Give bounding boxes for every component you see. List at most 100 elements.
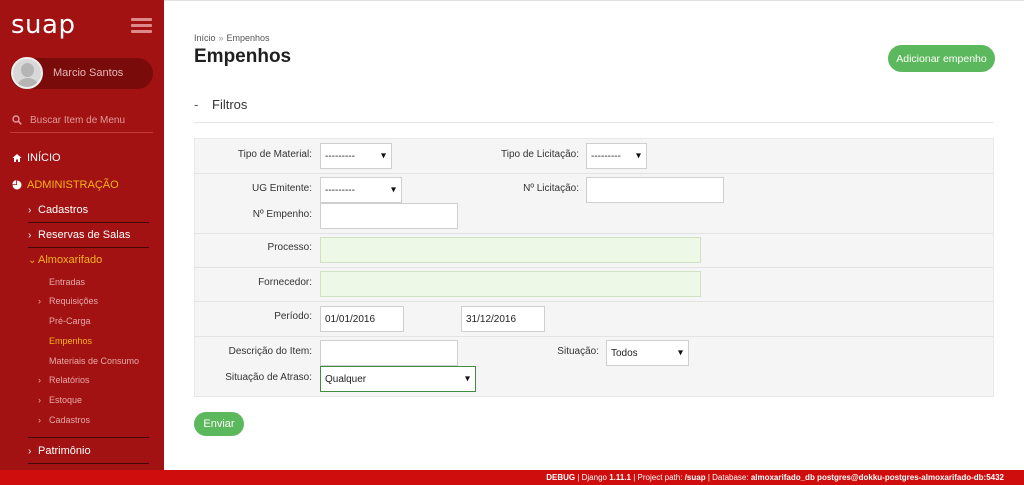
footer-db-prefix: | Database: bbox=[705, 473, 751, 482]
nav-inicio-label: INÍCIO bbox=[27, 152, 61, 164]
nav-reservas-label: Reservas de Salas bbox=[38, 229, 131, 241]
nav-cadastros-label: Cadastros bbox=[38, 204, 89, 216]
nav-almoxarifado-label: Almoxarifado bbox=[38, 254, 103, 266]
user-name: Marcio Santos bbox=[53, 67, 124, 79]
avatar bbox=[11, 57, 43, 89]
sub-item-cadastros-label: Cadastros bbox=[49, 415, 91, 425]
menu-search-placeholder: Buscar Item de Menu bbox=[30, 115, 126, 126]
num-empenho-label: Nº Empenho: bbox=[252, 209, 312, 220]
sub-item-relatorios-label: Relatórios bbox=[49, 375, 90, 385]
filters-title: Filtros bbox=[212, 97, 248, 112]
chevron-right-icon: › bbox=[28, 204, 32, 216]
sidebar: suap Marcio Santos Buscar Item de Menu I… bbox=[0, 0, 164, 470]
chevron-right-icon: › bbox=[28, 445, 32, 457]
ug-emitente-label: UG Emitente: bbox=[251, 183, 312, 194]
chevron-right-icon: › bbox=[38, 395, 41, 405]
tipo-material-label: Tipo de Material: bbox=[237, 149, 312, 160]
enviar-button[interactable]: Enviar bbox=[194, 412, 244, 436]
footer-path-prefix: | Project path: bbox=[631, 473, 685, 482]
row-separator bbox=[195, 336, 993, 337]
descricao-item-label: Descrição do Item: bbox=[228, 346, 312, 357]
app-logo[interactable]: suap bbox=[11, 10, 75, 40]
divider bbox=[28, 463, 149, 464]
num-licitacao-label: Nº Licitação: bbox=[523, 183, 579, 194]
sub-item-pre-carga[interactable]: Pré-Carga bbox=[49, 316, 91, 326]
num-licitacao-input[interactable] bbox=[586, 177, 724, 203]
tipo-licitacao-select[interactable]: --------- bbox=[586, 143, 647, 169]
ug-emitente-select[interactable]: --------- bbox=[320, 177, 402, 203]
divider bbox=[28, 222, 149, 223]
breadcrumb-separator: » bbox=[218, 33, 224, 43]
tipo-material-value: --------- bbox=[325, 150, 355, 162]
sub-item-empenhos[interactable]: Empenhos bbox=[49, 336, 92, 346]
situacao-select[interactable]: Todos bbox=[606, 340, 689, 366]
fornecedor-input[interactable] bbox=[320, 271, 701, 297]
fornecedor-label: Fornecedor: bbox=[258, 277, 312, 288]
debug-footer: DEBUG | Django 1.11.1 | Project path: /s… bbox=[0, 470, 1024, 485]
row-separator bbox=[195, 233, 993, 234]
hamburger-menu-icon[interactable] bbox=[131, 18, 152, 34]
sub-item-entradas[interactable]: Entradas bbox=[49, 277, 85, 287]
main-content: Início» Empenhos Empenhos Adicionar empen… bbox=[164, 0, 1024, 470]
breadcrumb: Início» Empenhos bbox=[194, 33, 270, 43]
situacao-atraso-select[interactable]: Qualquer bbox=[320, 366, 476, 392]
menu-search-input[interactable]: Buscar Item de Menu bbox=[10, 111, 153, 133]
sub-item-requisicoes-label: Requisições bbox=[49, 296, 99, 306]
nav-inicio[interactable]: INÍCIO bbox=[12, 152, 61, 164]
sub-item-materiais-de-consumo[interactable]: Materiais de Consumo bbox=[49, 356, 139, 366]
chevron-right-icon: › bbox=[28, 229, 32, 241]
chevron-right-icon: › bbox=[38, 415, 41, 425]
divider bbox=[28, 437, 149, 438]
chevron-down-icon: ⌄ bbox=[28, 254, 37, 266]
footer-debug: DEBUG bbox=[546, 473, 576, 482]
num-empenho-input[interactable] bbox=[320, 203, 458, 229]
situacao-label: Situação: bbox=[557, 346, 599, 357]
nav-cadastros[interactable]: › Cadastros bbox=[28, 204, 149, 216]
collapse-toggle[interactable]: - bbox=[194, 97, 198, 112]
footer-path: /suap bbox=[684, 473, 706, 482]
tipo-licitacao-value: --------- bbox=[591, 150, 621, 162]
row-separator bbox=[195, 173, 993, 174]
nav-patrimonio[interactable]: › Patrimônio bbox=[28, 445, 149, 457]
footer-db: almoxarifado_db postgres@dokku-postgres-… bbox=[750, 473, 1004, 482]
processo-input[interactable] bbox=[320, 237, 701, 263]
nav-patrimonio-label: Patrimônio bbox=[38, 445, 91, 457]
descricao-item-input[interactable] bbox=[320, 340, 458, 366]
filters-header[interactable]: - Filtros bbox=[194, 97, 994, 123]
nav-reservas-de-salas[interactable]: › Reservas de Salas bbox=[28, 229, 149, 241]
home-icon bbox=[12, 154, 22, 162]
sub-item-estoque-label: Estoque bbox=[49, 395, 83, 405]
nav-almoxarifado[interactable]: ⌄ Almoxarifado bbox=[28, 254, 149, 266]
situacao-value: Todos bbox=[611, 347, 638, 359]
search-icon bbox=[12, 115, 22, 125]
breadcrumb-current: Empenhos bbox=[226, 33, 270, 43]
periodo-end-input[interactable]: 31/12/2016 bbox=[461, 306, 545, 332]
user-box[interactable]: Marcio Santos bbox=[10, 57, 153, 89]
pie-chart-icon bbox=[12, 180, 22, 190]
sub-item-estoque[interactable]: › Estoque bbox=[38, 395, 82, 405]
situacao-atraso-label: Situação de Atraso: bbox=[225, 372, 312, 383]
chevron-right-icon: › bbox=[38, 296, 41, 306]
ug-emitente-value: --------- bbox=[325, 184, 355, 196]
divider bbox=[28, 247, 149, 248]
chevron-right-icon: › bbox=[38, 375, 41, 385]
filters-form: Tipo de Material: --------- Tipo de Lici… bbox=[194, 138, 994, 397]
nav-administracao[interactable]: ADMINISTRAÇÃO bbox=[12, 179, 119, 191]
add-empenho-button[interactable]: Adicionar empenho bbox=[888, 45, 995, 72]
row-separator bbox=[195, 267, 993, 268]
footer-django-prefix: | Django bbox=[575, 473, 610, 482]
row-separator bbox=[195, 301, 993, 302]
periodo-label: Período: bbox=[274, 311, 312, 322]
footer-django-version: 1.11.1 bbox=[609, 473, 632, 482]
processo-label: Processo: bbox=[267, 242, 312, 253]
sub-item-requisicoes[interactable]: › Requisições bbox=[38, 296, 98, 306]
sub-item-relatorios[interactable]: › Relatórios bbox=[38, 375, 90, 385]
page-title: Empenhos bbox=[194, 46, 292, 67]
breadcrumb-home[interactable]: Início bbox=[194, 33, 216, 43]
periodo-start-input[interactable]: 01/01/2016 bbox=[320, 306, 404, 332]
nav-administracao-label: ADMINISTRAÇÃO bbox=[27, 179, 119, 191]
sub-item-cadastros[interactable]: › Cadastros bbox=[38, 415, 90, 425]
situacao-atraso-value: Qualquer bbox=[325, 373, 367, 385]
tipo-material-select[interactable]: --------- bbox=[320, 143, 392, 169]
tipo-licitacao-label: Tipo de Licitação: bbox=[500, 149, 579, 160]
